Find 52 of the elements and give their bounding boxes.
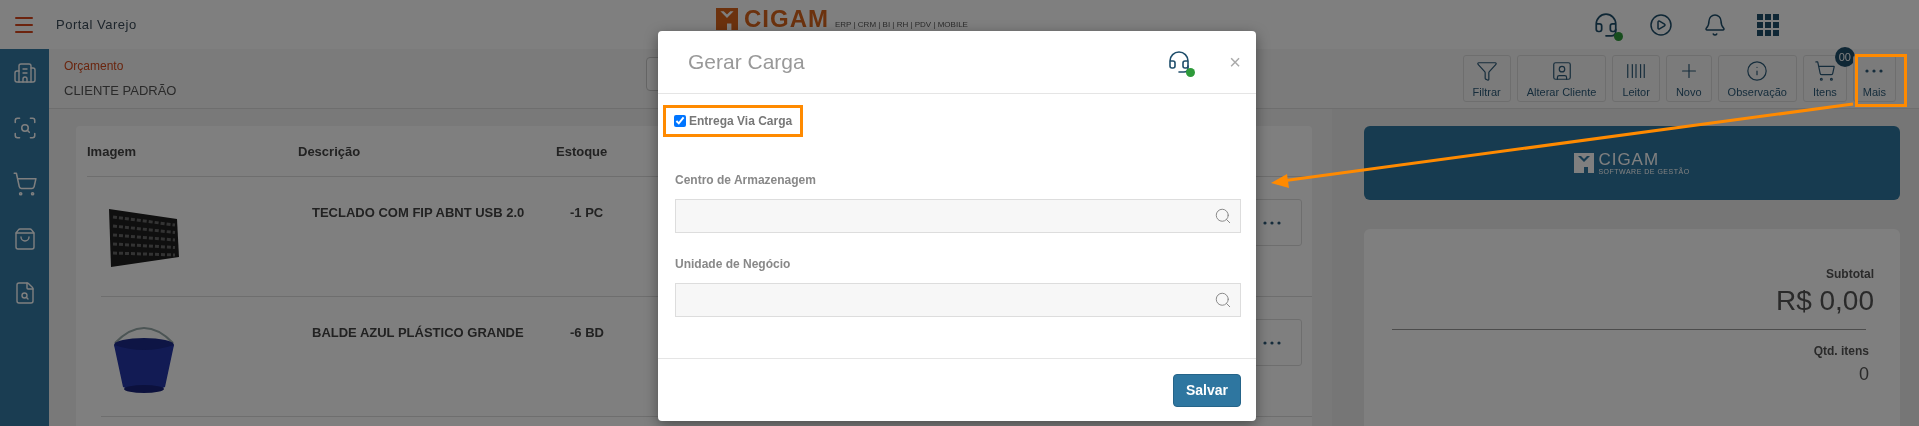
more-icon	[1865, 68, 1884, 73]
dialog-title: Gerar Carga	[688, 50, 805, 74]
table-cell-text: -6 BD	[570, 325, 605, 340]
bell-icon[interactable]	[1703, 12, 1727, 37]
checkbox-label[interactable]: Entrega Via Carga	[689, 114, 793, 128]
column-header: Descrição	[298, 143, 362, 159]
toolbar-button[interactable]: Novo	[1665, 55, 1712, 102]
play-icon[interactable]	[1649, 12, 1673, 37]
bag-icon[interactable]	[12, 227, 37, 251]
search-icon[interactable]	[1214, 207, 1232, 225]
toolbar-button[interactable]: Filtrar	[1462, 55, 1511, 102]
more-icon	[1263, 220, 1281, 225]
logo-mark-icon	[716, 8, 738, 30]
highlight-frame	[1855, 54, 1907, 107]
filter-icon	[1475, 59, 1498, 82]
count-value: 0	[1859, 364, 1869, 385]
close-button[interactable]: ×	[1229, 50, 1241, 74]
toolbar-button[interactable]: Alterar Cliente	[1516, 55, 1607, 102]
logo-name: CIGAM	[744, 8, 829, 30]
save-button[interactable]: Salvar	[1172, 373, 1241, 407]
logo-mark-icon	[1574, 153, 1595, 173]
headset-icon[interactable]	[1167, 50, 1192, 74]
cart-icon[interactable]	[11, 171, 38, 197]
toolbar-button[interactable]: Observação	[1717, 55, 1797, 102]
table-cell-text: BALDE AZUL PLÁSTICO GRANDE	[312, 325, 525, 340]
checkbox[interactable]	[674, 115, 686, 127]
field-label: Centro de Armazenagem	[675, 173, 817, 187]
table-cell-text: TECLADO COM FIP ABNT USB 2.0	[312, 205, 526, 220]
logo-tagline: ERP | CRM | BI | RH | PDV | MOBILE	[835, 20, 968, 29]
toolbar-button[interactable]: Leitor	[1612, 55, 1660, 102]
client-name: CLIENTE PADRÃO	[64, 83, 177, 98]
toolbar-button[interactable]: Mais	[1852, 55, 1896, 102]
app-title: Portal Varejo	[56, 17, 137, 32]
column-header: Imagem	[87, 143, 138, 159]
field-label: Unidade de Negócio	[675, 257, 792, 271]
cart-icon	[1813, 59, 1836, 82]
column-header: Estoque	[556, 143, 609, 159]
user-card-icon	[1550, 59, 1573, 82]
table-cell-text: -1 PC	[570, 205, 605, 220]
count-label: Qtd. itens	[1813, 344, 1869, 358]
more-icon	[1263, 340, 1281, 345]
lookup-field[interactable]	[675, 283, 1241, 317]
subtotal-label: Subtotal	[1826, 267, 1874, 281]
lookup-field[interactable]	[675, 199, 1241, 233]
subtotal-value: R$ 0,00	[1775, 285, 1874, 317]
building-icon[interactable]	[12, 61, 37, 85]
brand-name: CIGAM	[1598, 151, 1660, 168]
apps-grid-icon[interactable]	[1757, 13, 1779, 36]
search-icon[interactable]	[1214, 291, 1232, 309]
scan-search-icon[interactable]	[11, 115, 38, 141]
breadcrumb[interactable]: Orçamento	[64, 59, 177, 73]
info-icon	[1746, 59, 1769, 82]
